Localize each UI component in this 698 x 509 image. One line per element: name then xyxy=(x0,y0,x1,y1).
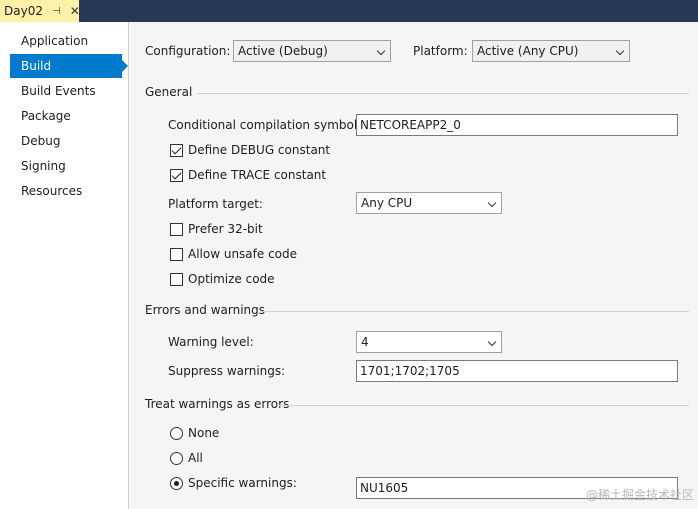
platform-target-label: Platform target: xyxy=(168,197,263,211)
symbols-input[interactable]: NETCOREAPP2_0 xyxy=(356,114,678,136)
nav-item-build[interactable]: Build xyxy=(10,54,128,78)
suppress-warnings-label: Suppress warnings: xyxy=(168,364,286,378)
section-divider xyxy=(197,93,689,94)
treat-all-radio[interactable] xyxy=(170,452,183,465)
document-tab-title: Day02 xyxy=(4,4,43,18)
platform-target-dropdown[interactable]: Any CPU xyxy=(356,192,502,214)
define-debug-checkbox[interactable] xyxy=(170,144,183,157)
configuration-dropdown[interactable]: Active (Debug) xyxy=(233,40,391,62)
chevron-down-icon xyxy=(487,337,497,347)
section-divider xyxy=(261,311,689,312)
section-divider xyxy=(279,405,689,406)
build-settings-panel: Configuration: Active (Debug) Platform: … xyxy=(128,22,698,509)
warning-level-value: 4 xyxy=(361,335,369,349)
nav-item-resources[interactable]: Resources xyxy=(10,179,122,203)
platform-value: Active (Any CPU) xyxy=(477,44,579,58)
treat-all-label: All xyxy=(188,451,203,465)
define-trace-checkbox[interactable] xyxy=(170,169,183,182)
watermark: @稀土掘金技术社区 xyxy=(585,488,694,502)
warning-level-label: Warning level: xyxy=(168,335,254,349)
allow-unsafe-label: Allow unsafe code xyxy=(188,247,298,261)
treat-specific-label: Specific warnings: xyxy=(188,476,297,490)
allow-unsafe-checkbox[interactable] xyxy=(170,248,183,261)
warning-level-dropdown[interactable]: 4 xyxy=(356,331,502,353)
treat-none-radio[interactable] xyxy=(170,427,183,440)
section-header-errors-warnings: Errors and warnings xyxy=(145,303,266,317)
platform-label: Platform: xyxy=(413,44,468,58)
treat-none-label: None xyxy=(188,426,220,440)
chevron-down-icon xyxy=(615,46,625,56)
define-trace-label: Define TRACE constant xyxy=(188,168,327,182)
prefer-32bit-label: Prefer 32-bit xyxy=(188,222,263,236)
prefer-32bit-checkbox[interactable] xyxy=(170,223,183,236)
nav-item-package[interactable]: Package xyxy=(10,104,122,128)
close-icon[interactable]: ✕ xyxy=(70,4,80,18)
platform-target-value: Any CPU xyxy=(361,196,413,210)
nav-item-signing[interactable]: Signing xyxy=(10,154,122,178)
configuration-value: Active (Debug) xyxy=(238,44,328,58)
optimize-code-label: Optimize code xyxy=(188,272,275,286)
nav-item-debug[interactable]: Debug xyxy=(10,129,122,153)
chevron-down-icon xyxy=(376,46,386,56)
section-header-general: General xyxy=(145,85,193,99)
suppress-warnings-input[interactable]: 1701;1702;1705 xyxy=(356,360,678,382)
document-tab-day02[interactable]: Day02 ⊣ ✕ xyxy=(0,0,80,22)
property-pages-nav: Application Build Build Events Package D… xyxy=(0,22,128,509)
pin-icon[interactable]: ⊣ xyxy=(52,6,61,17)
platform-dropdown[interactable]: Active (Any CPU) xyxy=(472,40,630,62)
section-header-treat-warnings: Treat warnings as errors xyxy=(145,397,290,411)
define-debug-label: Define DEBUG constant xyxy=(188,143,331,157)
symbols-label: Conditional compilation symbols: xyxy=(168,118,368,132)
configuration-label: Configuration: xyxy=(145,44,231,58)
treat-specific-radio[interactable] xyxy=(170,477,183,490)
document-tab-strip: Day02 ⊣ ✕ xyxy=(0,0,698,22)
chevron-down-icon xyxy=(487,198,497,208)
nav-item-application[interactable]: Application xyxy=(10,29,122,53)
nav-item-build-events[interactable]: Build Events xyxy=(10,79,122,103)
optimize-code-checkbox[interactable] xyxy=(170,273,183,286)
